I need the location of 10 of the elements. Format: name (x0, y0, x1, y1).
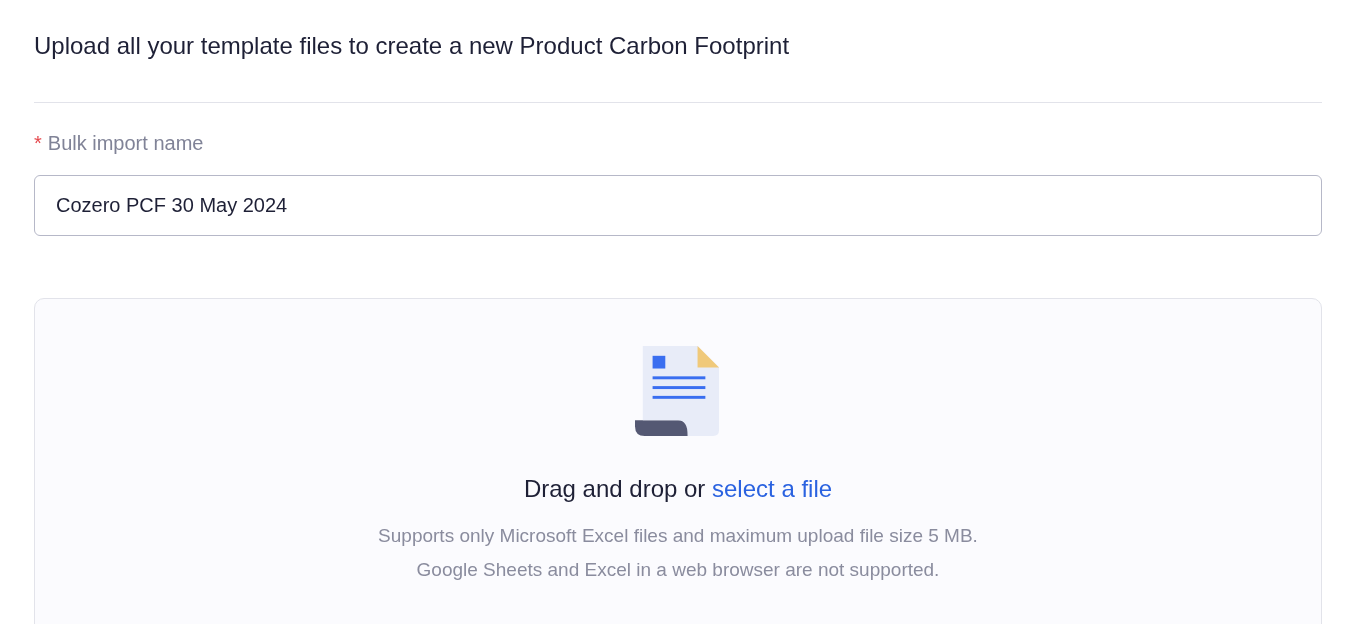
page-heading: Upload all your template files to create a new Product Carbon Footprint (34, 31, 791, 61)
drop-instruction: Drag and drop or select a file (523, 475, 833, 503)
name-input-field[interactable]: Cozero PCF 30 May 2024 (34, 175, 1322, 236)
document-icon (635, 345, 721, 437)
required-mark: * (34, 131, 42, 156)
upload-note: Google Sheets and Excel in a web browser are not supported. (416, 559, 940, 581)
drop-zone[interactable]: Drag and drop or select a file Supports only Microsoft Excel files and maximum upload file size 5 MB. Google Sheets and Excel in a web browser are not supported. (34, 298, 1322, 624)
upload-note: Supports only Microsoft Excel files and maximum upload file size 5 MB. (378, 525, 978, 547)
select-file-link[interactable]: select a file (712, 475, 833, 502)
field-label: Bulk import name (47, 131, 204, 156)
